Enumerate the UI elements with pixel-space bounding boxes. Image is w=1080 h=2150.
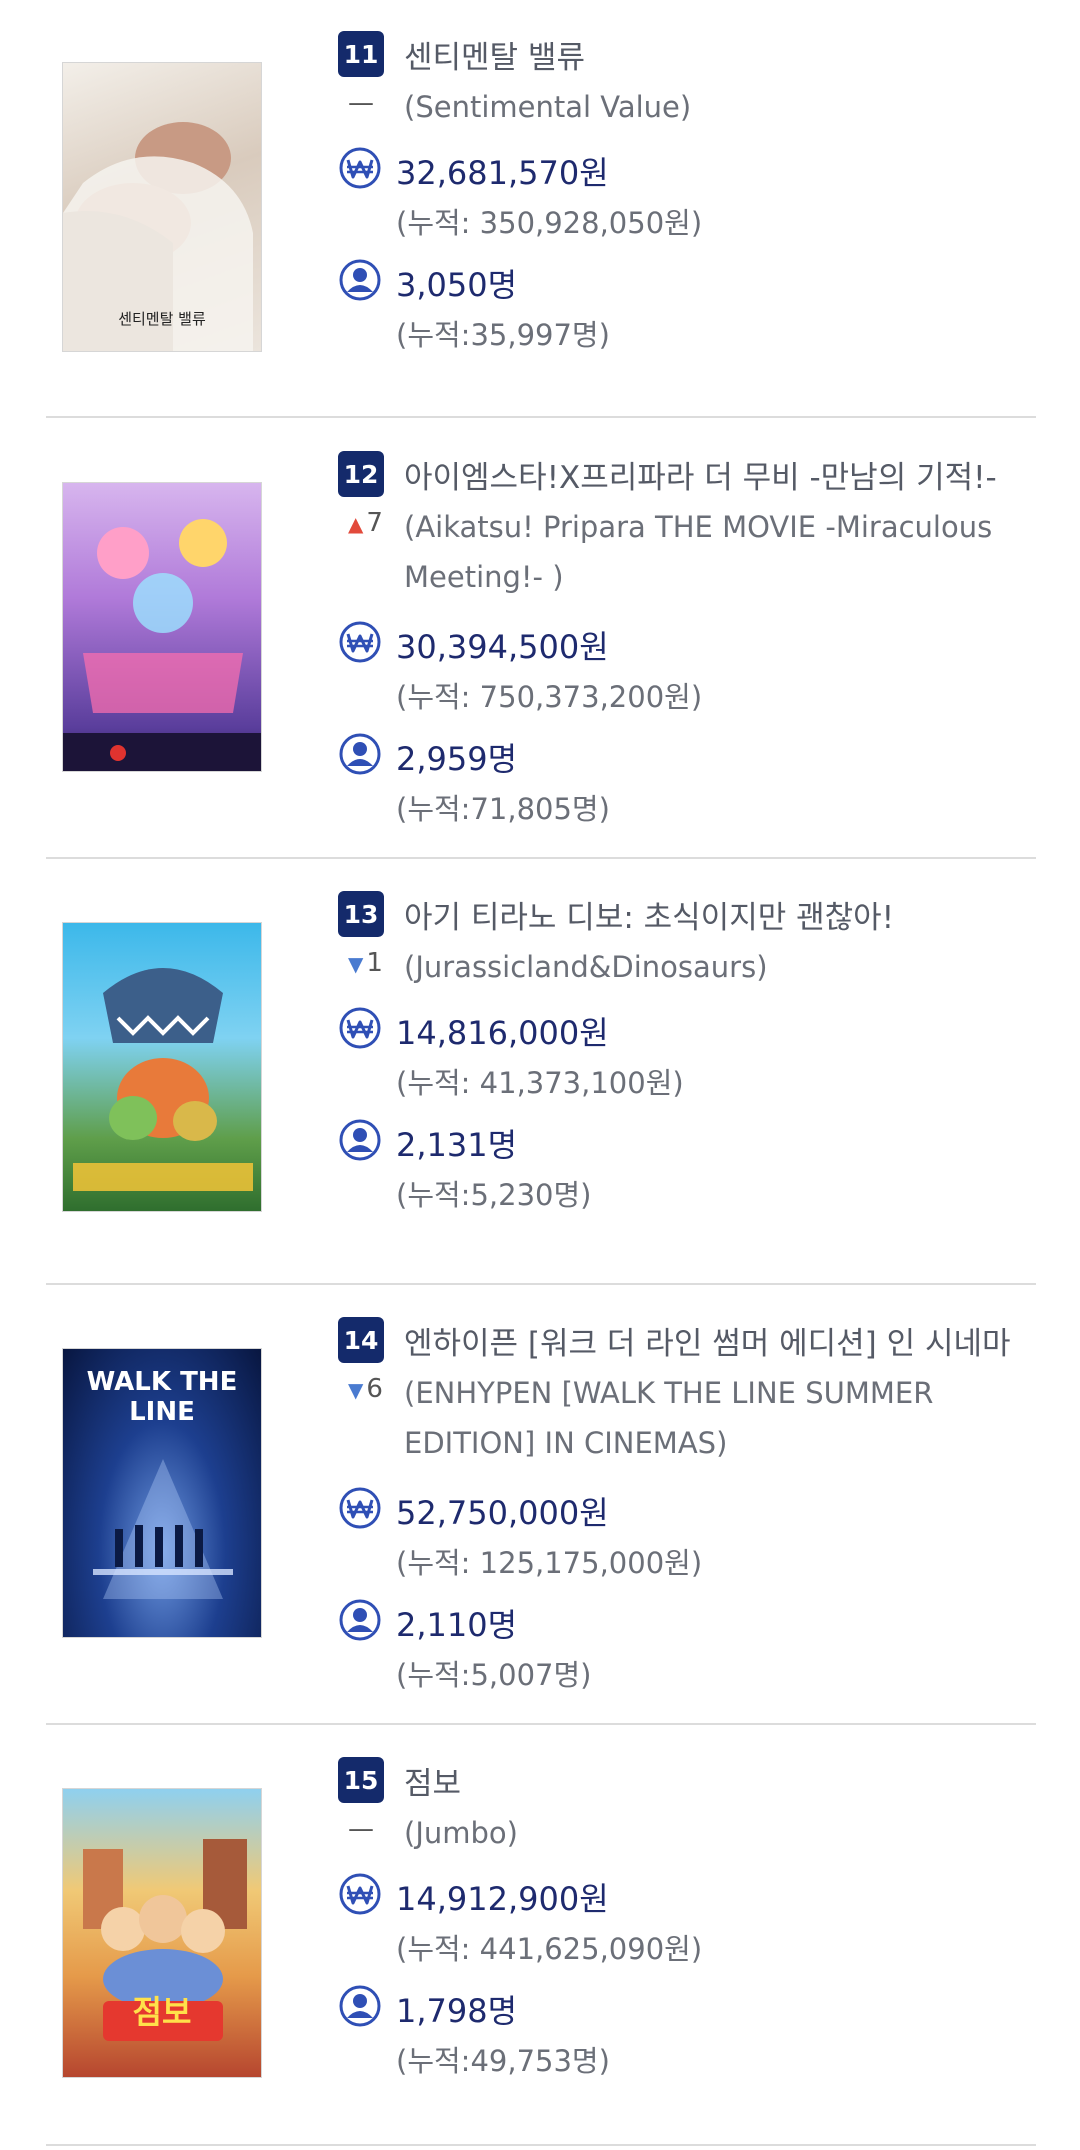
won-icon <box>339 1007 381 1049</box>
total-revenue: (누적: 125,175,000원) <box>396 1546 703 1580</box>
movie-title-en: (Jurassicland&Dinosaurs) <box>404 950 768 984</box>
total-revenue: (누적: 41,373,100원) <box>396 1066 684 1100</box>
poster-caption: 점보 <box>132 1993 192 2031</box>
divider <box>46 1723 1036 1725</box>
total-audience: (누적:5,230명) <box>396 1178 592 1212</box>
rank-change-value: — <box>348 88 374 118</box>
poster-art-icon <box>63 519 261 771</box>
rank-change-value: — <box>348 1814 374 1844</box>
movie-poster[interactable]: 점보 <box>62 1788 262 2078</box>
rank-badge: 15 <box>338 1757 384 1803</box>
list-item[interactable]: 13 아기 티라노 디보: 초식이지만 괜찮아! ▼ 1 (Jurassiclan… <box>0 860 1080 1286</box>
movie-title-en: (Sentimental Value) <box>404 90 692 124</box>
rank-badge: 12 <box>338 451 384 497</box>
person-icon <box>339 1599 381 1641</box>
movie-info: 14 엔하이픈 [워크 더 라인 썸머 에디션] 인 시네마 ▼ 6 (ENHYP… <box>338 1316 1038 1696</box>
arrow-up-icon: ▲ <box>348 512 364 536</box>
movie-title-ko[interactable]: 센티멘탈 밸류 <box>404 32 585 77</box>
rank-change: — <box>348 1814 388 1844</box>
movie-info: 11 센티멘탈 밸류 — (Sentimental Value) 32,681,… <box>338 30 1038 390</box>
person-icon <box>339 259 381 301</box>
total-audience: (누적:35,997명) <box>396 318 610 352</box>
poster-art-icon <box>83 1839 247 2041</box>
movie-title-en: (Jumbo) <box>404 1816 518 1850</box>
daily-audience: 2,110명 <box>396 1606 518 1644</box>
arrow-down-icon: ▼ <box>348 1378 364 1402</box>
divider <box>46 1283 1036 1285</box>
movie-poster[interactable] <box>62 922 262 1212</box>
poster-art-icon <box>73 968 253 1191</box>
person-icon <box>339 733 381 775</box>
person-icon <box>339 1119 381 1161</box>
rank-badge: 11 <box>338 31 384 77</box>
total-revenue: (누적: 350,928,050원) <box>396 206 703 240</box>
rank-change: — <box>348 88 388 118</box>
movie-info: 12 아이엠스타!X프리파라 더 무비 -만남의 기적!- ▲ 7 (Aikats… <box>338 450 1038 830</box>
movie-title-ko[interactable]: 아기 티라노 디보: 초식이지만 괜찮아! <box>404 892 894 937</box>
list-item[interactable]: 12 아이엠스타!X프리파라 더 무비 -만남의 기적!- ▲ 7 (Aikats… <box>0 420 1080 860</box>
list-item[interactable]: 점보 15 점보 — (Jumbo) 14,912,900원 (누적: 441, <box>0 1726 1080 2150</box>
won-icon <box>339 1487 381 1529</box>
poster-caption: WALK THE LINE <box>86 1367 238 1427</box>
box-office-list: 센티멘탈 밸류 11 센티멘탈 밸류 — (Sentimental Value)… <box>0 0 1080 2150</box>
poster-caption: 센티멘탈 밸류 <box>118 310 206 328</box>
total-revenue: (누적: 441,625,090원) <box>396 1932 703 1966</box>
divider <box>46 2144 1036 2146</box>
daily-revenue: 14,816,000원 <box>396 1014 609 1052</box>
movie-title-ko[interactable]: 아이엠스타!X프리파라 더 무비 -만남의 기적!- <box>404 452 997 497</box>
daily-revenue: 14,912,900원 <box>396 1880 609 1918</box>
daily-revenue: 32,681,570원 <box>396 154 609 192</box>
arrow-down-icon: ▼ <box>348 952 364 976</box>
rank-badge: 14 <box>338 1317 384 1363</box>
list-item[interactable]: WALK THE LINE 14 엔하이픈 [워크 더 라인 썸머 에디션] 인… <box>0 1286 1080 1726</box>
total-audience: (누적:71,805명) <box>396 792 610 826</box>
rank-change: ▼ 6 <box>348 1374 388 1404</box>
won-icon <box>339 1873 381 1915</box>
rank-change: ▼ 1 <box>348 948 388 978</box>
daily-revenue: 52,750,000원 <box>396 1494 609 1532</box>
movie-title-ko[interactable]: 점보 <box>404 1758 461 1803</box>
movie-title-en: (Aikatsu! Pripara THE MOVIE -Miraculous … <box>404 510 993 594</box>
total-audience: (누적:49,753명) <box>396 2044 610 2078</box>
won-icon <box>339 147 381 189</box>
movie-info: 15 점보 — (Jumbo) 14,912,900원 (누적: 441,625… <box>338 1756 1038 2116</box>
movie-title-en: (ENHYPEN [WALK THE LINE SUMMER EDITION] … <box>404 1376 934 1460</box>
movie-info: 13 아기 티라노 디보: 초식이지만 괜찮아! ▼ 1 (Jurassiclan… <box>338 890 1038 1250</box>
divider <box>46 857 1036 859</box>
daily-audience: 1,798명 <box>396 1992 518 2030</box>
movie-title-ko[interactable]: 엔하이픈 [워크 더 라인 썸머 에디션] 인 시네마 <box>404 1318 1011 1363</box>
rank-badge: 13 <box>338 891 384 937</box>
rank-change-value: 7 <box>366 508 383 538</box>
divider <box>46 416 1036 418</box>
total-revenue: (누적: 750,373,200원) <box>396 680 703 714</box>
daily-audience: 3,050명 <box>396 266 518 304</box>
total-audience: (누적:5,007명) <box>396 1658 592 1692</box>
daily-revenue: 30,394,500원 <box>396 628 609 666</box>
rank-change: ▲ 7 <box>348 508 388 538</box>
daily-audience: 2,959명 <box>396 740 518 778</box>
daily-audience: 2,131명 <box>396 1126 518 1164</box>
movie-poster[interactable]: WALK THE LINE <box>62 1348 262 1638</box>
rank-change-value: 1 <box>366 948 383 978</box>
won-icon <box>339 621 381 663</box>
person-icon <box>339 1985 381 2027</box>
list-item[interactable]: 센티멘탈 밸류 11 센티멘탈 밸류 — (Sentimental Value)… <box>0 0 1080 420</box>
movie-poster[interactable]: 센티멘탈 밸류 <box>62 62 262 352</box>
movie-poster[interactable] <box>62 482 262 772</box>
rank-change-value: 6 <box>366 1374 383 1404</box>
